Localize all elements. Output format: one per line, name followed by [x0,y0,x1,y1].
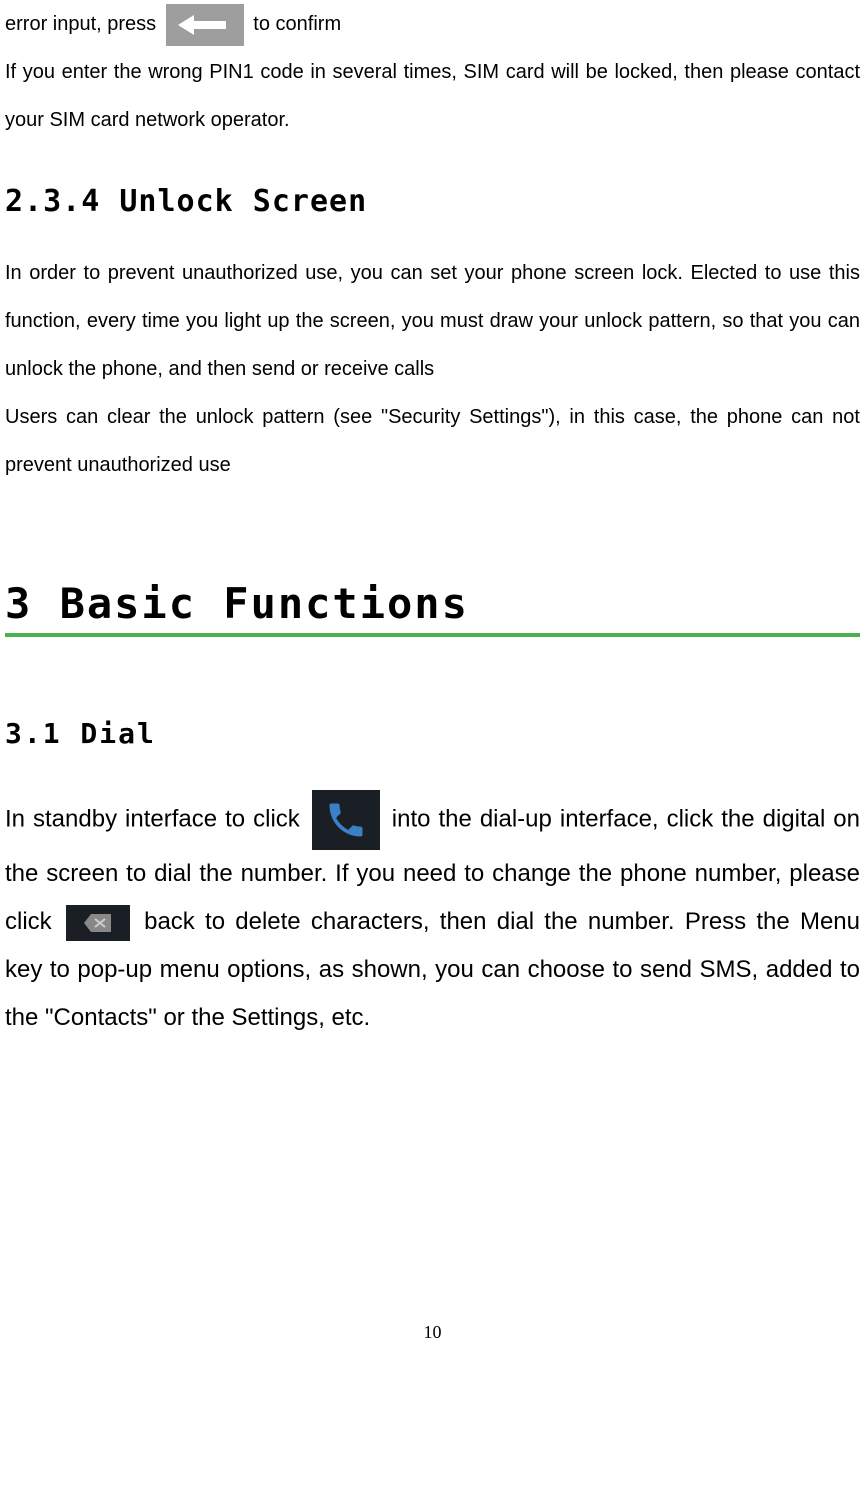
paragraph-unlock-2: Users can clear the unlock pattern (see … [5,393,860,489]
text-fragment: error input, press [5,13,162,35]
text-fragment: In standby interface to click [5,805,308,832]
heading-dial: 3.1 Dial [5,717,860,750]
phone-dial-icon [312,790,380,850]
back-arrow-icon [166,4,244,46]
page-number: 10 [5,1322,860,1343]
paragraph-unlock-1: In order to prevent unauthorized use, yo… [5,249,860,393]
heading-unlock-screen: 2.3.4 Unlock Screen [5,184,860,219]
heading-basic-functions: 3 Basic Functions [5,579,860,637]
paragraph-pin-warning: If you enter the wrong PIN1 code in seve… [5,48,860,144]
paragraph-dial: In standby interface to click into the d… [5,790,860,1042]
text-fragment: to confirm [253,13,341,35]
paragraph-error-input: error input, press to confirm [5,0,860,48]
backspace-delete-icon [66,905,130,941]
text-fragment: back to delete characters, then dial the… [5,908,860,1031]
